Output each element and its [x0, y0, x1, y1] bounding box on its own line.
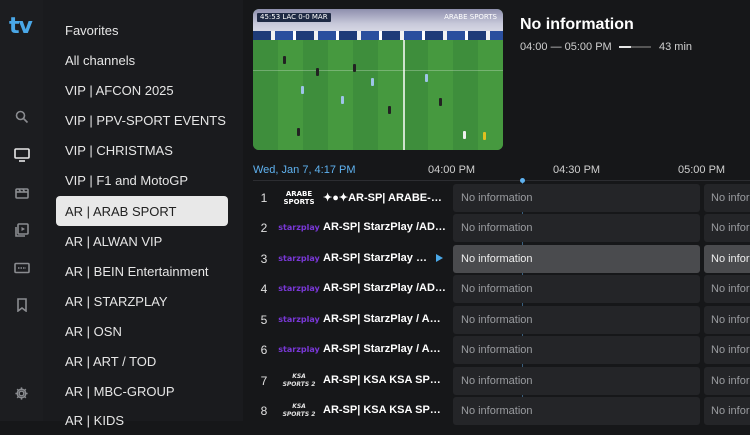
now-playing-title: No information — [520, 16, 634, 33]
channel-name: AR-SP| StarzPlay / AD — [323, 252, 429, 264]
channel-name: AR-SP| KSA KSA SPORTS 2 — [323, 404, 447, 416]
score-bug: 45:53 LAC 0-0 MAR — [257, 13, 331, 22]
football-pitch — [253, 36, 503, 150]
channel-name: AR-SP| StarzPlay / AD SPORTS — [323, 313, 447, 325]
program-cell-focused[interactable]: No information — [453, 245, 700, 273]
program-cell-next[interactable]: No information — [704, 214, 750, 242]
channel-name: ✦●✦AR-SP| ARABE-SPORTS — [323, 192, 447, 204]
program-cell-next[interactable]: No information — [704, 367, 750, 395]
movies-icon[interactable] — [13, 184, 30, 201]
channel-name: AR-SP| KSA KSA SPORTS 2 — [323, 374, 447, 386]
category-item[interactable]: All channels — [56, 45, 228, 75]
channel-row[interactable]: 8 KSA SPORTS 2 AR-SP| KSA KSA SPORTS 2 N… — [253, 396, 750, 426]
timeline-time: 04:30 PM — [553, 164, 601, 176]
bookmark-icon[interactable] — [13, 296, 30, 313]
category-list: Favorites All channels VIP | AFCON 2025 … — [43, 0, 243, 428]
program-cell-next[interactable]: No information — [704, 306, 750, 334]
category-item[interactable]: VIP | F1 and MotoGP — [56, 165, 228, 195]
dvr-icon[interactable] — [13, 259, 30, 276]
channel-row[interactable]: 6 starzplay AR-SP| StarzPlay / AD SPORTS… — [253, 335, 750, 365]
channel-row[interactable]: 1 ARABE SPORTS ✦●✦AR-SP| ARABE-SPORTS No… — [253, 183, 750, 213]
now-playing-progress — [619, 46, 651, 48]
category-item[interactable]: AR | BEIN Entertainment — [56, 256, 228, 286]
channel-name: AR-SP| StarzPlay / AD SPORTS — [323, 343, 447, 355]
channel-logo: KSA SPORTS 2 — [282, 373, 316, 388]
category-item-selected[interactable]: AR | ARAB SPORT — [56, 196, 228, 226]
timeline-divider — [253, 180, 750, 181]
ad-boards — [253, 31, 503, 40]
now-playing-remaining: 43 min — [659, 41, 693, 53]
channel-logo: KSA SPORTS 2 — [282, 403, 316, 418]
category-item[interactable]: AR | STARZPLAY — [56, 286, 228, 316]
channel-row[interactable]: 5 starzplay AR-SP| StarzPlay / AD SPORTS… — [253, 305, 750, 335]
channel-logo: starzplay — [278, 254, 320, 263]
video-preview[interactable]: 45:53 LAC 0-0 MAR ARABE SPORTS — [253, 9, 503, 150]
category-item[interactable]: AR | KIDS — [56, 405, 228, 435]
category-item[interactable]: VIP | PPV-SPORT EVENTS — [56, 105, 228, 135]
program-cell-next[interactable]: No information — [704, 275, 750, 303]
program-cell[interactable]: No information — [453, 275, 700, 303]
channel-logo: starzplay — [278, 345, 320, 354]
channel-logo: starzplay — [278, 315, 320, 324]
tv-icon[interactable] — [13, 146, 30, 163]
channel-number: 8 — [260, 404, 268, 418]
channel-name: AR-SP| StarzPlay /AD PLUS — [323, 221, 447, 233]
program-cell[interactable]: No information — [453, 184, 700, 212]
channel-row[interactable]: 4 starzplay AR-SP| StarzPlay /AD PLUS No… — [253, 274, 750, 304]
program-cell[interactable]: No information — [453, 336, 700, 364]
channel-logo: ARABE SPORTS — [283, 190, 315, 206]
channel-number: 2 — [260, 221, 268, 235]
progress-fill — [619, 46, 632, 48]
category-item[interactable]: AR | MBC-GROUP — [56, 376, 228, 406]
timeline-date: Wed, Jan 7, 4:17 PM — [253, 164, 356, 176]
play-icon — [436, 254, 443, 262]
nav-rail: tv — [0, 0, 43, 421]
channel-row[interactable]: 7 KSA SPORTS 2 AR-SP| KSA KSA SPORTS 2 N… — [253, 366, 750, 396]
channel-number: 7 — [260, 374, 268, 388]
program-cell[interactable]: No information — [453, 306, 700, 334]
channel-logo: starzplay — [278, 284, 320, 293]
settings-icon[interactable] — [13, 385, 30, 402]
timeline-time: 05:00 PM — [678, 164, 726, 176]
channel-row-focused[interactable]: 3 starzplay AR-SP| StarzPlay / AD No inf… — [253, 244, 750, 274]
channel-logo: starzplay — [278, 223, 320, 232]
program-cell-next[interactable]: No information — [704, 184, 750, 212]
category-item[interactable]: AR | ART / TOD — [56, 346, 228, 376]
now-playing-time: 04:00 — 05:00 PM — [520, 41, 612, 53]
program-cell-next[interactable]: No information — [704, 336, 750, 364]
channel-number: 4 — [260, 282, 268, 296]
category-item[interactable]: Favorites — [56, 15, 228, 45]
channel-number: 5 — [260, 313, 268, 327]
category-item[interactable]: VIP | CHRISTMAS — [56, 135, 228, 165]
program-cell[interactable]: No information — [453, 214, 700, 242]
channel-name: AR-SP| StarzPlay /AD PLUS — [323, 282, 447, 294]
channel-number: 1 — [260, 191, 268, 205]
program-cell-next[interactable]: No information — [704, 245, 750, 273]
category-item[interactable]: AR | OSN — [56, 316, 228, 346]
channel-row[interactable]: 2 starzplay AR-SP| StarzPlay /AD PLUS No… — [253, 213, 750, 243]
app-logo: tv — [9, 14, 33, 39]
category-item[interactable]: AR | ALWAN VIP — [56, 226, 228, 256]
timeline-time: 04:00 PM — [428, 164, 476, 176]
category-item[interactable]: VIP | AFCON 2025 — [56, 75, 228, 105]
channel-number: 6 — [260, 343, 268, 357]
series-icon[interactable] — [13, 221, 30, 238]
search-icon[interactable] — [13, 108, 30, 125]
channel-number: 3 — [260, 252, 268, 266]
channel-watermark: ARABE SPORTS — [444, 13, 497, 21]
program-cell[interactable]: No information — [453, 367, 700, 395]
